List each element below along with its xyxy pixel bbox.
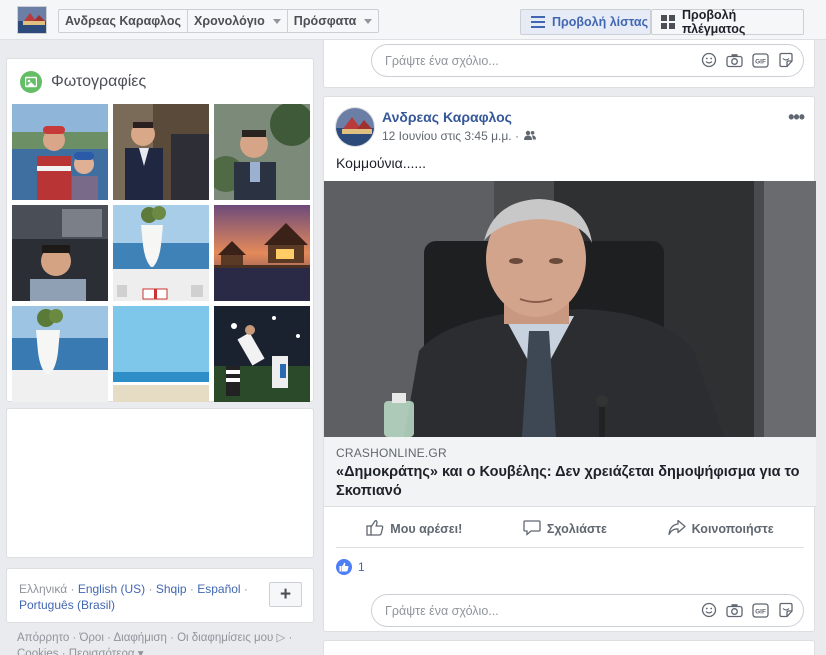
like-reaction-icon [336,559,352,575]
svg-text:GIF: GIF [755,58,766,65]
recent-dropdown[interactable]: Πρόσφατα [288,10,379,32]
grid-view-button[interactable]: Προβολή πλέγματος [651,8,804,36]
friends-audience-icon[interactable] [523,129,536,143]
post-actions: Μου αρέσει! Σχολιάστε Κοινοποιήστε [336,510,804,548]
photo-thumbnail[interactable] [113,306,209,402]
photos-icon [20,71,42,93]
post-author-name[interactable]: Ανδρεας Καραφλος [382,109,512,125]
previous-post-comment-area: Γράψτε ένα σχόλιο... GIF [323,40,815,88]
footer-line[interactable]: Cookies · Περισσότερα ▾ [17,646,317,655]
gif-icon[interactable]: GIF [752,52,769,68]
empty-card [6,408,314,558]
plus-icon: + [279,583,292,605]
comment-label: Σχολιάστε [546,521,607,536]
thumbs-up-icon [366,519,384,539]
photo-thumbnail[interactable] [214,104,310,200]
like-count: 1 [358,560,365,574]
profile-nav: Ανδρεας Καραφλος Χρονολόγιο Πρόσφατα [58,9,380,33]
add-language-button[interactable]: + [269,582,302,607]
svg-text:GIF: GIF [755,608,766,615]
photo-thumbnail[interactable] [113,104,209,200]
language-option[interactable]: Shqip [156,582,187,596]
like-label: Μου αρέσει! [390,521,463,536]
post-text: Κομμούνια...... [336,155,427,171]
comment-tools: GIF [701,52,794,68]
sticker-icon[interactable] [778,52,794,68]
link-preview-image[interactable] [324,181,816,437]
photo-thumbnail[interactable] [113,205,209,301]
photos-header[interactable]: Φωτογραφίες [20,71,146,93]
timeline-dropdown[interactable]: Χρονολόγιο [188,10,288,32]
comment-input[interactable]: Γράψτε ένα σχόλιο... GIF [371,44,804,77]
share-button[interactable]: Κοινοποιήστε [667,519,774,539]
photo-thumbnail[interactable] [12,205,108,301]
language-option[interactable]: Español [197,582,240,596]
language-list: Ελληνικά · English (US) · Shqip · Españo… [19,582,248,612]
smile-icon[interactable] [701,602,717,618]
language-option[interactable]: Português (Brasil) [19,598,115,612]
photo-grid [12,104,310,402]
language-option[interactable]: English (US) [78,582,145,596]
comment-placeholder: Γράψτε ένα σχόλιο... [385,54,499,68]
top-bar: Ανδρεας Καραφλος Χρονολόγιο Πρόσφατα Προ… [0,0,826,40]
post-timestamp[interactable]: 12 Ιουνίου στις 3:45 μ.μ. · [382,129,519,143]
camera-icon[interactable] [726,53,743,68]
photo-thumbnail[interactable] [214,306,310,402]
photo-thumbnail[interactable] [12,306,108,402]
next-post-card [323,640,815,655]
camera-icon[interactable] [726,603,743,618]
grid-icon [661,15,675,29]
grid-view-label: Προβολή πλέγματος [682,8,746,36]
photos-title: Φωτογραφίες [51,73,147,90]
list-view-button[interactable]: Προβολή λίστας [520,9,651,35]
profile-name-link[interactable]: Ανδρεας Καραφλος [59,10,188,32]
sticker-icon[interactable] [778,602,794,618]
more-options-icon[interactable]: ••• [788,107,805,128]
timeline-label: Χρονολόγιο [194,14,265,28]
profile-avatar[interactable] [17,6,47,34]
share-label: Κοινοποιήστε [691,521,774,536]
reactions-summary[interactable]: 1 [336,559,365,575]
chevron-down-icon [272,18,281,24]
chevron-down-icon [364,18,373,24]
language-card: Ελληνικά · English (US) · Shqip · Españo… [6,568,314,623]
comment-input[interactable]: Γράψτε ένα σχόλιο... GIF [371,594,804,627]
photo-thumbnail[interactable] [214,205,310,301]
link-preview-info[interactable]: CRASHONLINE.GR «Δημοκράτης» και ο Κουβέλ… [324,437,816,507]
recent-label: Πρόσφατα [293,14,357,28]
post-card: Ανδρεας Καραφλος 12 Ιουνίου στις 3:45 μ.… [323,96,816,632]
list-icon [531,16,545,28]
footer-line[interactable]: Απόρρητο · Όροι · Διαφήμιση · Οι διαφημί… [17,630,317,646]
photos-card: Φωτογραφίες [6,58,314,402]
post-meta: 12 Ιουνίου στις 3:45 μ.μ. · [382,129,536,143]
post-author-avatar[interactable] [335,107,375,147]
smile-icon[interactable] [701,52,717,68]
like-button[interactable]: Μου αρέσει! [366,519,462,539]
share-icon [667,519,686,539]
language-current: Ελληνικά [19,582,68,596]
profile-name-text: Ανδρεας Καραφλος [65,14,181,28]
comment-tools: GIF [701,602,794,618]
comment-button[interactable]: Σχολιάστε [523,519,607,539]
list-view-label: Προβολή λίστας [552,15,649,29]
photo-thumbnail[interactable] [12,104,108,200]
link-title[interactable]: «Δημοκράτης» και ο Κουβέλης: Δεν χρειάζε… [336,463,806,501]
comment-icon [523,519,541,539]
gif-icon[interactable]: GIF [752,602,769,618]
comment-placeholder: Γράψτε ένα σχόλιο... [385,604,499,618]
link-domain: CRASHONLINE.GR [336,446,447,460]
footer-links: Απόρρητο · Όροι · Διαφήμιση · Οι διαφημί… [17,630,317,655]
